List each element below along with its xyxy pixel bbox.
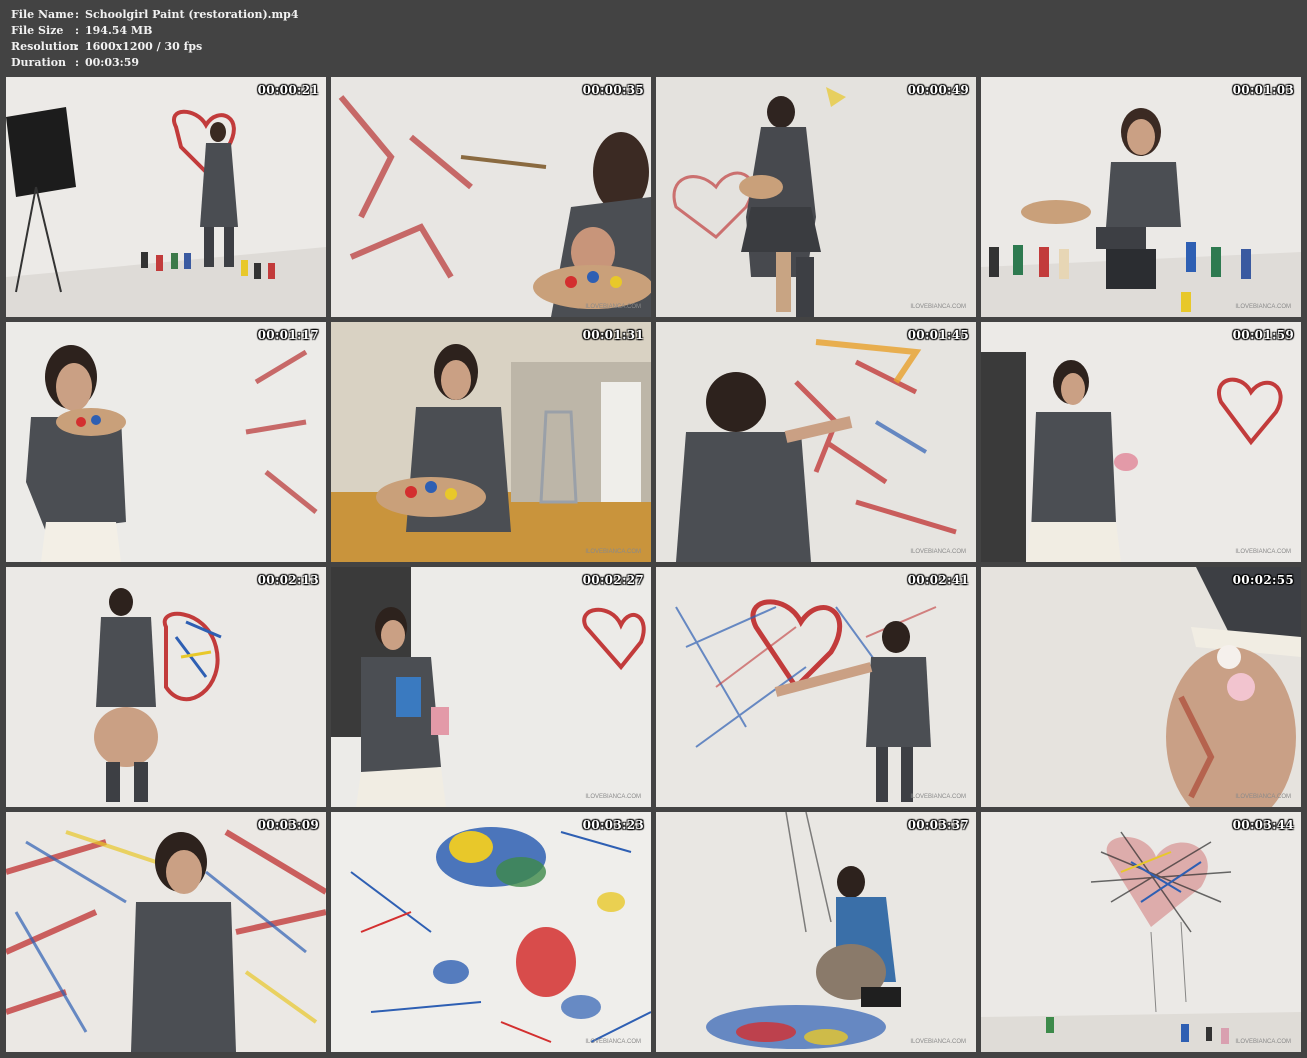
timestamp: 00:03:44 [1232, 818, 1294, 832]
watermark: ILOVEBIANCA.COM [1235, 794, 1291, 800]
timestamp: 00:01:59 [1232, 328, 1294, 342]
watermark: ILOVEBIANCA.COM [1235, 1039, 1291, 1045]
video-thumbnail[interactable]: 00:00:21 [6, 77, 326, 317]
resolution-label: Resolution [11, 40, 78, 53]
frame-image [331, 567, 651, 807]
timestamp: 00:01:17 [257, 328, 319, 342]
timestamp: 00:02:27 [582, 573, 644, 587]
resolution-row: Resolution : 1600x1200 / 30 fps [11, 39, 299, 55]
video-thumbnail[interactable]: 00:03:09 [6, 812, 326, 1052]
watermark: ILOVEBIANCA.COM [585, 1039, 641, 1045]
timestamp: 00:03:09 [257, 818, 319, 832]
watermark: ILOVEBIANCA.COM [910, 794, 966, 800]
timestamp: 00:00:49 [907, 83, 969, 97]
duration-value: 00:03:59 [85, 56, 140, 69]
file-info-panel: File Name : Schoolgirl Paint (restoratio… [11, 7, 299, 71]
video-thumbnail[interactable]: 00:03:37 ILOVEBIANCA.COM [656, 812, 976, 1052]
watermark: ILOVEBIANCA.COM [1235, 549, 1291, 555]
video-thumbnail[interactable]: 00:00:35 ILOVEBIANCA.COM [331, 77, 651, 317]
separator: : [75, 40, 80, 53]
resolution-value: 1600x1200 / 30 fps [85, 40, 203, 53]
thumbnail-grid: 00:00:21 00:00:35 ILOVEBIANCA.COM 00:00:… [6, 77, 1301, 1052]
video-thumbnail[interactable]: 00:02:27 ILOVEBIANCA.COM [331, 567, 651, 807]
video-thumbnail[interactable]: 00:02:13 [6, 567, 326, 807]
video-thumbnail[interactable]: 00:02:41 ILOVEBIANCA.COM [656, 567, 976, 807]
watermark: ILOVEBIANCA.COM [1235, 304, 1291, 310]
timestamp: 00:00:21 [257, 83, 319, 97]
watermark: ILOVEBIANCA.COM [585, 549, 641, 555]
separator: : [75, 56, 80, 69]
video-thumbnail[interactable]: 00:03:44 ILOVEBIANCA.COM [981, 812, 1301, 1052]
video-thumbnail[interactable]: 00:00:49 ILOVEBIANCA.COM [656, 77, 976, 317]
frame-image [981, 77, 1301, 317]
file-size-value: 194.54 MB [85, 24, 153, 37]
frame-image [331, 322, 651, 562]
duration-label: Duration [11, 56, 67, 69]
watermark: ILOVEBIANCA.COM [910, 304, 966, 310]
separator: : [75, 8, 80, 21]
video-thumbnail[interactable]: 00:01:17 [6, 322, 326, 562]
timestamp: 00:01:31 [582, 328, 644, 342]
frame-image [656, 567, 976, 807]
frame-image [6, 77, 326, 317]
file-size-label: File Size [11, 24, 64, 37]
contact-sheet: File Name : Schoolgirl Paint (restoratio… [0, 0, 1307, 1058]
timestamp: 00:02:13 [257, 573, 319, 587]
frame-image [656, 812, 976, 1052]
frame-image [6, 322, 326, 562]
video-thumbnail[interactable]: 00:01:03 ILOVEBIANCA.COM [981, 77, 1301, 317]
frame-image [981, 812, 1301, 1052]
duration-row: Duration : 00:03:59 [11, 55, 299, 71]
timestamp: 00:00:35 [582, 83, 644, 97]
file-size-row: File Size : 194.54 MB [11, 23, 299, 39]
timestamp: 00:01:03 [1232, 83, 1294, 97]
video-thumbnail[interactable]: 00:01:31 ILOVEBIANCA.COM [331, 322, 651, 562]
file-name-row: File Name : Schoolgirl Paint (restoratio… [11, 7, 299, 23]
watermark: ILOVEBIANCA.COM [910, 1039, 966, 1045]
video-thumbnail[interactable]: 00:03:23 ILOVEBIANCA.COM [331, 812, 651, 1052]
timestamp: 00:02:55 [1232, 573, 1294, 587]
timestamp: 00:02:41 [907, 573, 969, 587]
frame-image [981, 567, 1301, 807]
video-thumbnail[interactable]: 00:01:59 ILOVEBIANCA.COM [981, 322, 1301, 562]
frame-image [6, 567, 326, 807]
video-thumbnail[interactable]: 00:02:55 ILOVEBIANCA.COM [981, 567, 1301, 807]
watermark: ILOVEBIANCA.COM [585, 304, 641, 310]
frame-image [331, 812, 651, 1052]
frame-image [981, 322, 1301, 562]
frame-image [656, 322, 976, 562]
frame-image [656, 77, 976, 317]
timestamp: 00:03:23 [582, 818, 644, 832]
file-name-value: Schoolgirl Paint (restoration).mp4 [85, 8, 299, 21]
timestamp: 00:01:45 [907, 328, 969, 342]
frame-image [6, 812, 326, 1052]
timestamp: 00:03:37 [907, 818, 969, 832]
separator: : [75, 24, 80, 37]
video-thumbnail[interactable]: 00:01:45 ILOVEBIANCA.COM [656, 322, 976, 562]
watermark: ILOVEBIANCA.COM [585, 794, 641, 800]
watermark: ILOVEBIANCA.COM [910, 549, 966, 555]
file-name-label: File Name [11, 8, 74, 21]
frame-image [331, 77, 651, 317]
